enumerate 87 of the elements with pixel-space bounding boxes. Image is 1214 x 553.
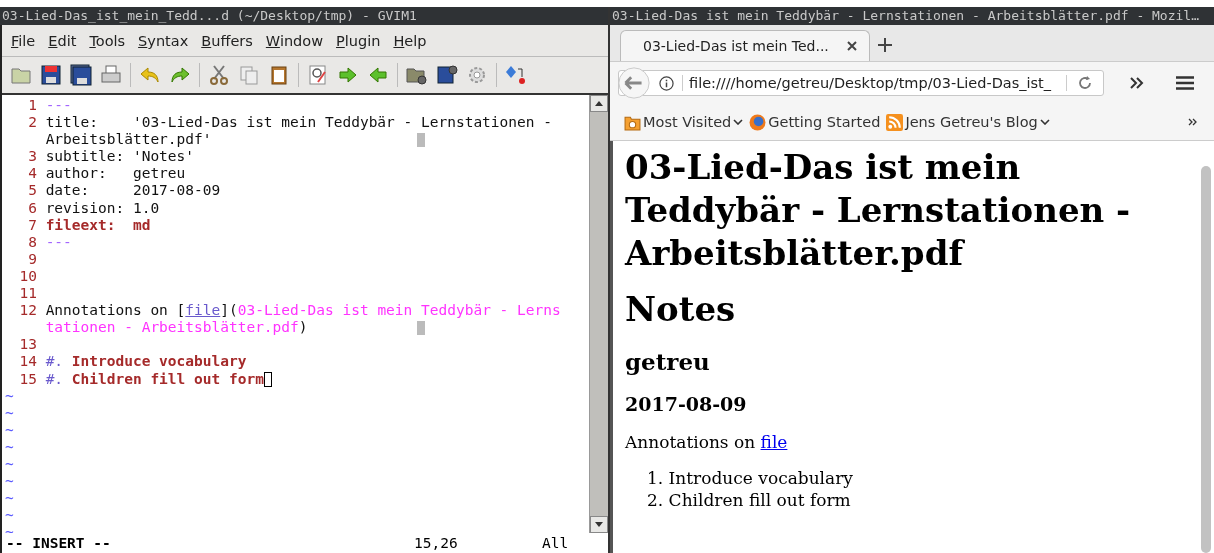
code-line: revision: 1.0 [45,199,160,217]
file-link[interactable]: file [760,432,788,452]
back-button[interactable] [617,66,651,100]
annotation-text: Annotations on [625,432,756,452]
menu-icon[interactable] [1176,76,1194,90]
author-heading: getreu [625,347,711,377]
line-number: 13 [18,336,37,354]
menu-item[interactable]: Plugin [336,32,381,49]
line-number: 2 [27,114,37,132]
date-heading: 2017-08-09 [625,392,748,417]
code-line: fileext: md [45,216,151,234]
page-title: 03-Lied-Das ist mein Teddybär - Lernstationen - Arbeitsblätter.pdf [625,146,1132,275]
menu-item[interactable]: Help [393,32,427,49]
floppy-gear-icon[interactable] [436,64,458,86]
menu-item[interactable]: File [11,32,36,49]
line-number: 7 [27,216,37,234]
code-line: --- [45,97,72,115]
code-line: Arbeitsblätter.pdf' [45,131,212,149]
line-number: 14 [18,353,37,371]
gear-icon[interactable] [466,64,488,86]
code-line: tationen - Arbeitsblätter.pdf) [45,319,308,337]
menu-item[interactable]: Syntax [138,32,189,49]
bookmark-item[interactable]: Most Visited [624,113,744,131]
empty-line-marker: ~ [4,421,15,439]
dropdown-caret-icon [1039,119,1050,125]
empty-line-marker: ~ [4,490,15,508]
scroll-position: All [542,535,569,551]
code-line: title: '03-Lied-Das ist mein Teddybär - Lernstationen - [45,114,552,132]
browser-tab[interactable]: 03-Lied-Das ist mein Ted... [620,30,870,61]
left-arrow-icon[interactable] [367,64,389,86]
window-title: 03-Lied-Das_ist_mein_Tedd...d (~/Desktop/tmp) - GVIM1 [0,7,608,25]
floppy-disks-icon[interactable] [70,64,92,86]
empty-line-marker: ~ [4,404,15,422]
line-number: 4 [27,165,37,183]
info-icon[interactable] [659,75,674,91]
line-number: 6 [27,199,37,217]
code-line: #. Introduce vocabulary [45,353,247,371]
line-number: 3 [27,148,37,166]
scrollbar[interactable] [589,95,608,533]
line-number: 5 [27,182,37,200]
scroll-up-button[interactable] [590,95,608,112]
bookmark-item[interactable]: Jens Getreu's Blog [886,113,1050,131]
code-line: Annotations on [file](03-Lied-Das ist mein Teddybär - Lerns [45,302,561,320]
close-icon[interactable] [846,41,857,51]
printer-icon[interactable] [100,64,122,86]
menu-item[interactable]: Buffers [201,32,253,49]
right-arrow-icon[interactable] [337,64,359,86]
line-number: 15 [18,370,37,388]
line-number: 10 [18,267,37,286]
code-line: subtitle: 'Notes' [45,148,195,166]
empty-line-marker: ~ [4,438,15,456]
new-tab-icon[interactable] [877,38,892,52]
code-line: author: getreu [45,165,186,183]
list-item: 2. Children fill out form [647,489,852,511]
scrollbar[interactable] [1201,166,1211,553]
line-number: 9 [27,250,37,268]
menu-item[interactable]: Edit [48,32,77,49]
bookmark-item[interactable]: Getting Started [749,113,881,131]
empty-line-marker: ~ [4,507,15,525]
line-number: 1 [27,97,37,115]
tab-title: 03-Lied-Das ist mein Ted... [643,38,829,54]
empty-line-marker: ~ [4,455,15,474]
menu-item[interactable]: Window [265,32,324,49]
line-number: 12 [18,302,37,320]
dropdown-caret-icon [733,119,744,125]
empty-line-marker: ~ [4,387,15,405]
overflow-chevron-icon[interactable] [1188,118,1198,126]
line-number: 8 [27,233,37,251]
cursor-position: 15,26 [414,535,459,551]
page-subtitle: Notes [625,289,737,329]
menu-item[interactable]: Tools [89,32,126,49]
reload-icon[interactable] [1066,75,1093,91]
window-title: 03-Lied-Das ist mein Teddybär - Lernstationen - Arbeitsblätter.pdf - Mozil… [610,7,1214,25]
rss-icon [886,113,904,131]
find-replace-icon[interactable] [307,64,329,86]
empty-line-marker: ~ [4,473,15,491]
line-number: 11 [18,285,37,303]
list-item: 1. Introduce vocabulary [647,467,854,489]
code-line: date: 2017-08-09 [45,182,221,200]
code-line: --- [45,233,72,251]
scissors-icon[interactable] [208,64,230,86]
scroll-down-button[interactable] [590,516,608,533]
tag-jump-icon[interactable] [505,64,527,86]
overflow-chevron-icon[interactable] [1130,77,1144,89]
globe-icon [749,113,767,131]
code-line: #. Children fill out form [45,370,264,388]
clipboard-icon[interactable] [268,64,290,86]
